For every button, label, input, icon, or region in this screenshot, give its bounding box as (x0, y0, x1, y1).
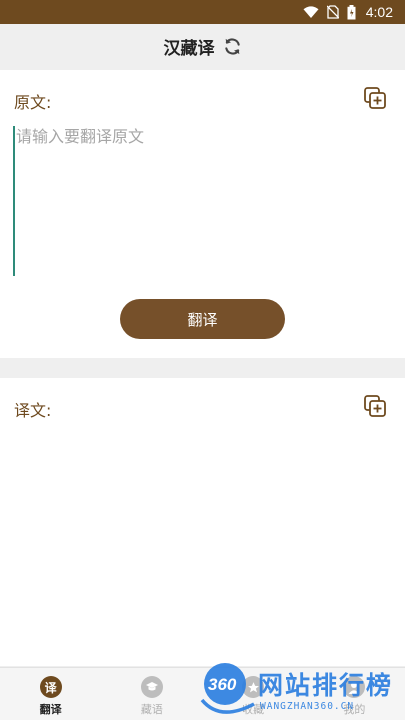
no-sim-icon (326, 5, 339, 19)
target-card: 译文: (0, 378, 405, 666)
source-card: 原文: 翻译 (0, 70, 405, 358)
tab-translate[interactable]: 译 翻译 (0, 668, 101, 720)
user-icon (343, 676, 366, 698)
source-label: 原文: (14, 93, 52, 112)
source-text-input[interactable] (13, 126, 391, 276)
translation-output (14, 434, 392, 634)
translate-button[interactable]: 翻译 (120, 299, 285, 339)
app-header: 汉藏译 (0, 24, 405, 68)
wifi-icon (303, 5, 319, 18)
refresh-icon[interactable] (223, 37, 242, 56)
tab-tibetan[interactable]: 藏语 (101, 668, 202, 720)
tab-label: 藏语 (140, 703, 163, 716)
star-icon (242, 676, 265, 698)
tab-favorites[interactable]: 收藏 (203, 668, 304, 720)
graduation-cap-icon (140, 676, 163, 698)
target-label: 译文: (14, 401, 52, 420)
tab-profile[interactable]: 我的 (304, 668, 405, 720)
tab-label: 收藏 (242, 703, 265, 716)
battery-icon (347, 4, 356, 19)
status-time: 4:02 (365, 4, 393, 20)
page-title: 汉藏译 (163, 38, 215, 59)
translate-tab-icon: 译 (39, 676, 62, 698)
copy-icon[interactable] (363, 394, 387, 418)
tab-label: 我的 (343, 703, 366, 716)
copy-icon[interactable] (363, 86, 387, 110)
tab-label: 翻译 (39, 703, 62, 716)
status-bar: 4:02 (0, 0, 405, 24)
bottom-tab-bar: 译 翻译 藏语 收藏 我的 (0, 667, 405, 720)
